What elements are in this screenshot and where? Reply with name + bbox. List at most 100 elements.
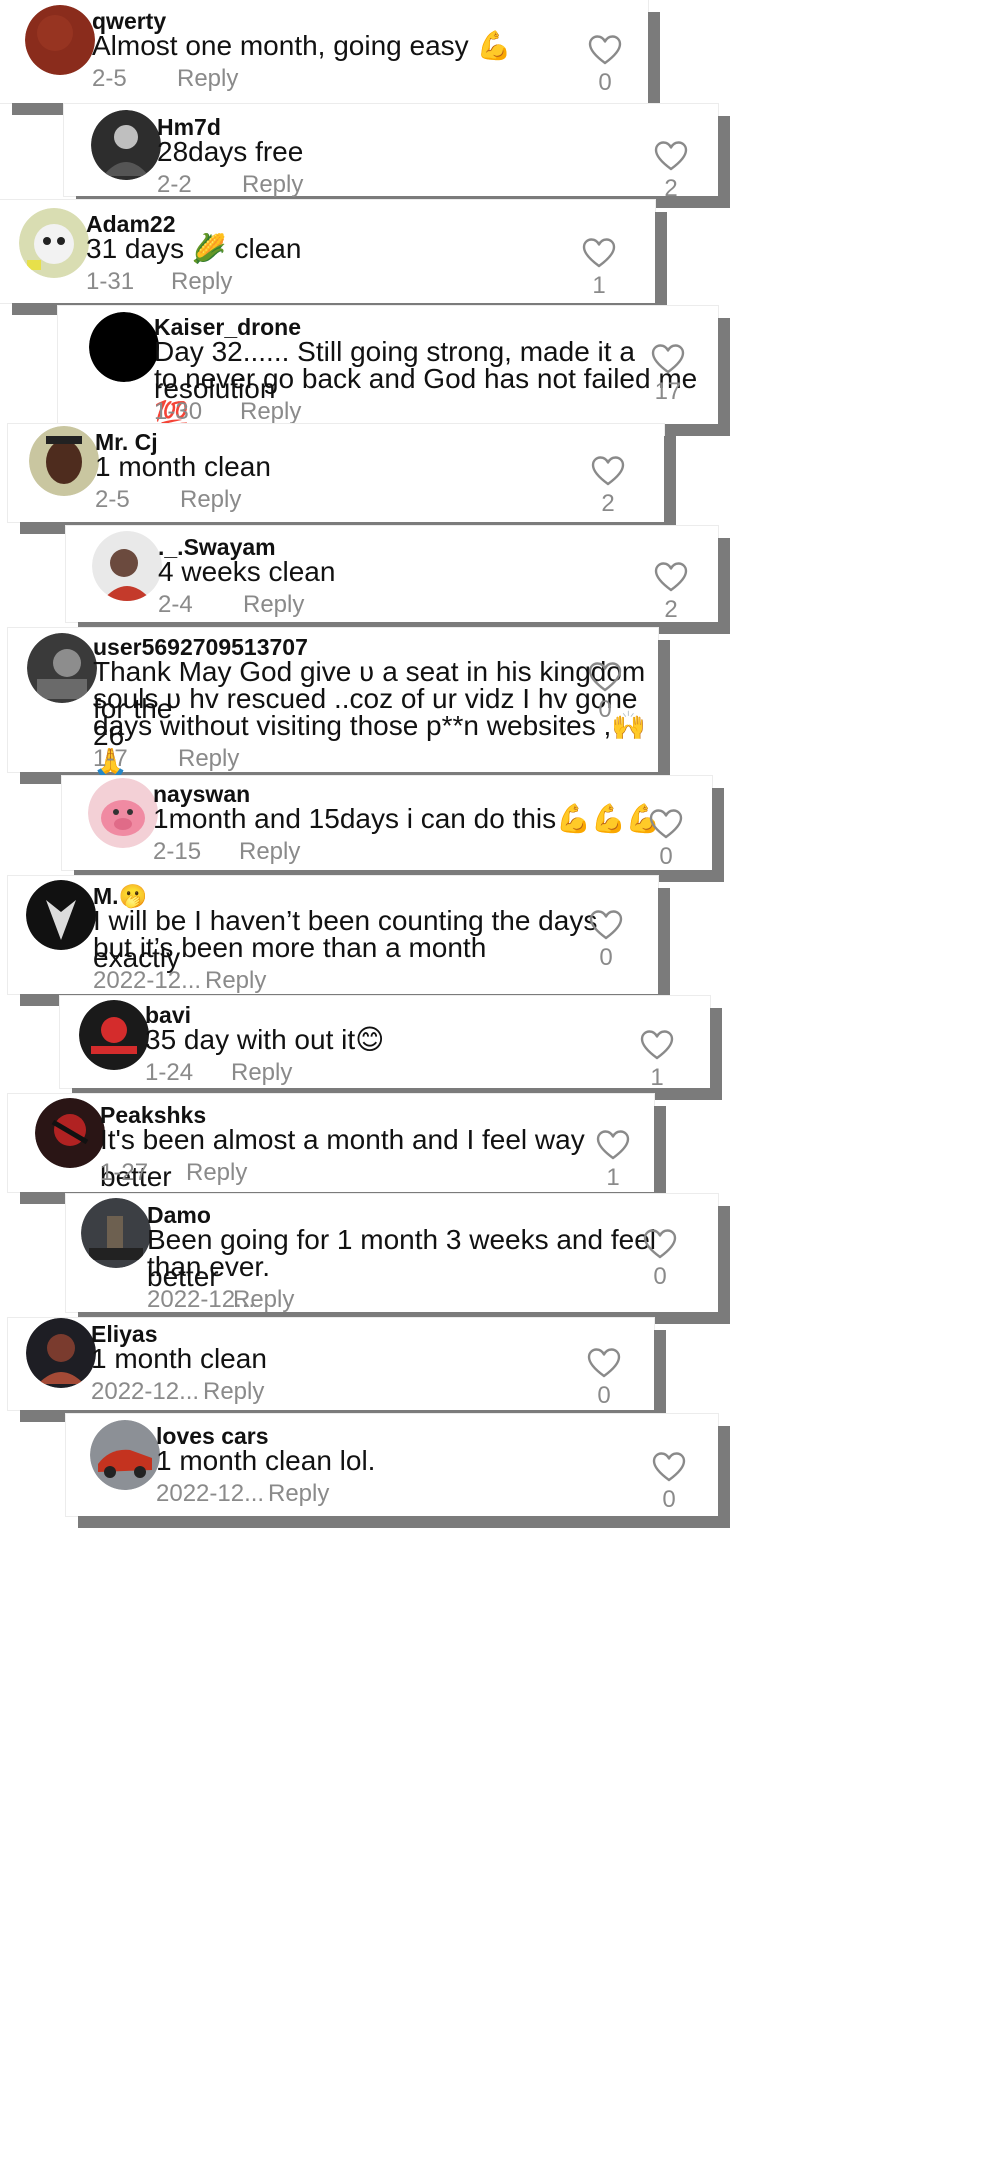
comment-meta: 1-31 Reply	[86, 268, 232, 296]
like-count: 0	[598, 696, 612, 723]
comment-card: loves cars 1 month clean lol. 2022-12...…	[66, 1414, 718, 1516]
comment-meta: 1-27 Reply	[100, 1159, 247, 1187]
avatar[interactable]	[89, 312, 159, 382]
avatar[interactable]	[26, 1318, 96, 1388]
like-count: 1	[592, 272, 606, 299]
comment-card: Hm7d 28days free 2-2 Reply 2	[64, 104, 718, 202]
reply-button[interactable]: Reply	[180, 486, 241, 514]
like-count: 2	[664, 596, 678, 623]
reply-button[interactable]: Reply	[231, 1059, 292, 1087]
reply-button[interactable]: Reply	[205, 967, 266, 995]
comment-meta: 2-2 Reply	[157, 171, 303, 199]
comment-card: Kaiser_drone Day 32...... Still going st…	[58, 306, 718, 431]
avatar[interactable]	[90, 1420, 160, 1490]
reply-button[interactable]: Reply	[178, 745, 239, 773]
comment-date: 1-27	[100, 1159, 149, 1186]
like-button[interactable]: 0	[586, 910, 626, 972]
avatar[interactable]	[29, 426, 99, 496]
heart-icon	[654, 141, 688, 171]
comment-date: 2-4	[158, 591, 193, 618]
comment-text: 35 day with out it😊	[145, 1024, 385, 1055]
comment-text: Almost one month, going easy 💪	[92, 30, 512, 61]
comment-date: 2022-12...	[93, 967, 202, 994]
like-button[interactable]: 2	[588, 456, 628, 518]
like-count: 0	[659, 843, 673, 870]
comment-text: It's been almost a month and I feel way …	[100, 1124, 585, 1192]
like-count: 0	[662, 1486, 676, 1513]
like-button[interactable]: 0	[649, 1452, 689, 1514]
heart-icon	[589, 910, 623, 940]
heart-icon	[649, 809, 683, 839]
comment-text: but it’s been more than a month	[93, 932, 487, 963]
heart-icon	[588, 662, 622, 692]
like-button[interactable]: 1	[593, 1130, 633, 1192]
avatar[interactable]	[25, 5, 95, 75]
like-count: 0	[599, 944, 613, 971]
heart-icon	[591, 456, 625, 486]
like-count: 2	[664, 175, 678, 202]
reply-button[interactable]: Reply	[177, 65, 238, 93]
comment-meta: 2022-12... Reply	[91, 1378, 264, 1406]
like-count: 1	[606, 1164, 620, 1191]
like-button[interactable]: 0	[584, 1348, 624, 1410]
like-button[interactable]: 0	[646, 809, 686, 871]
heart-icon	[588, 35, 622, 65]
reply-button[interactable]: Reply	[186, 1159, 247, 1187]
comment-text: 1 month clean lol.	[156, 1445, 376, 1476]
avatar[interactable]	[81, 1198, 151, 1268]
reply-button[interactable]: Reply	[239, 838, 300, 866]
like-count: 0	[597, 1382, 611, 1409]
like-button[interactable]: 2	[651, 141, 691, 203]
reply-button[interactable]: Reply	[240, 398, 301, 426]
avatar[interactable]	[27, 633, 97, 703]
avatar[interactable]	[26, 880, 96, 950]
avatar[interactable]	[88, 778, 158, 848]
comment-text: than ever.	[147, 1251, 270, 1282]
like-count: 0	[598, 69, 612, 96]
heart-icon	[652, 1452, 686, 1482]
like-count: 1	[650, 1064, 664, 1091]
reply-button[interactable]: Reply	[233, 1286, 294, 1314]
reply-button[interactable]: Reply	[203, 1378, 264, 1406]
heart-icon	[582, 238, 616, 268]
like-button[interactable]: 1	[637, 1030, 677, 1092]
comment-date: 2022-12...	[156, 1480, 265, 1507]
avatar[interactable]	[92, 531, 162, 601]
comment-card: Mr. Cj 1 month clean 2-5 Reply 2	[8, 424, 664, 522]
heart-icon	[651, 344, 685, 374]
like-button[interactable]: 1	[579, 238, 619, 300]
heart-icon	[587, 1348, 621, 1378]
like-button[interactable]: 0	[640, 1229, 680, 1291]
avatar[interactable]	[19, 208, 89, 278]
reply-button[interactable]: Reply	[268, 1480, 329, 1508]
comment-meta: 2-15 Reply	[153, 838, 300, 866]
like-button[interactable]: 0	[585, 662, 625, 724]
comment-date: 1-30	[154, 398, 203, 425]
comment-date: 2-2	[157, 171, 192, 198]
like-button[interactable]: 2	[651, 562, 691, 624]
avatar[interactable]	[35, 1098, 105, 1168]
reply-button[interactable]: Reply	[242, 171, 303, 199]
comment-card: nayswan 1month and 15days i can do this💪…	[62, 776, 712, 870]
comment-meta: 2-5 Reply	[92, 65, 238, 93]
like-count: 17	[654, 378, 682, 405]
comment-card: Eliyas 1 month clean 2022-12... Reply 0	[8, 1318, 654, 1410]
avatar[interactable]	[79, 1000, 149, 1070]
comment-meta: 2022-12... Reply	[93, 967, 266, 995]
comment-card: M.🫢 I will be I haven’t been counting th…	[8, 876, 658, 994]
reply-button[interactable]: Reply	[243, 591, 304, 619]
comment-meta: 2022-12... Reply	[147, 1286, 294, 1314]
comment-card: Adam22 31 days 🌽 clean 1-31 Reply 1	[0, 200, 655, 303]
like-button[interactable]: 0	[585, 35, 625, 97]
heart-icon	[643, 1229, 677, 1259]
comment-date: 2-5	[92, 65, 127, 92]
avatar[interactable]	[91, 110, 161, 180]
comment-text: 4 weeks clean	[158, 556, 336, 587]
comment-text: 1 month clean	[91, 1343, 267, 1374]
like-button[interactable]: 17	[648, 344, 688, 406]
heart-icon	[596, 1130, 630, 1160]
comment-meta: 2-4 Reply	[158, 591, 304, 619]
comment-text: 28days free	[157, 136, 304, 167]
reply-button[interactable]: Reply	[171, 268, 232, 296]
heart-icon	[640, 1030, 674, 1060]
